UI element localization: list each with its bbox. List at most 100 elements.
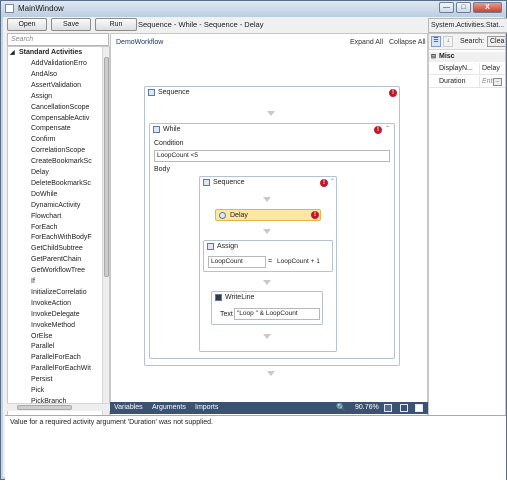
toolbox-item[interactable]: InvokeDelegate [31,310,103,320]
run-button[interactable]: Run [95,18,137,31]
property-value-input[interactable]: Delay [479,63,505,75]
delay-activity[interactable]: Delay ! [215,209,321,221]
minimize-button[interactable]: — [439,2,454,13]
toolbox-category[interactable]: ◢ Standard Activities [10,48,82,58]
toolbox-item-label: GetWorkflowTree [31,267,86,275]
toolbox-item[interactable]: AddValidationErro [31,59,103,69]
toolbox-item-label: DynamicActivity [31,201,81,209]
while-activity[interactable]: While ! ⌃ Condition LoopCount <5 Body Se… [149,123,395,359]
zoom-icon[interactable]: 🔍 [336,402,346,414]
designer-canvas[interactable]: Sequence ! While ! ⌃ Condition LoopCount… [111,52,427,402]
toolbox-item[interactable]: CreateBookmarkSc [31,157,103,167]
imports-tab[interactable]: Imports [195,402,218,414]
toolbox-item[interactable]: AndAlso [31,70,103,80]
toolbox-horizontal-scrollbar[interactable] [7,403,110,411]
toolbox-item[interactable]: AssertValidation [31,81,103,91]
toolbox-item[interactable]: GetParentChain [31,255,103,265]
writeline-activity[interactable]: WriteLine Text "Loop " & LoopCount [211,291,323,325]
collapse-icon[interactable]: ⊟ [431,52,436,62]
scrollbar-thumb[interactable] [17,405,72,410]
condition-label: Condition [154,140,184,147]
error-icon: ! [374,126,382,134]
close-button[interactable]: X [473,2,502,13]
drop-target-arrow-icon[interactable] [267,371,275,376]
toolbox-item[interactable]: Confirm [31,135,103,145]
toolbox-search-input[interactable]: Search [7,33,109,46]
toolbox-item-label: Compensate [31,125,71,133]
toolbox-item[interactable]: ForEach [31,223,103,233]
expression-editor-button[interactable]: ... [493,78,502,86]
collapse-all-link[interactable]: Collapse All [389,39,426,46]
clock-icon [219,212,226,219]
toolbox-item[interactable]: ForEachWithBodyF [31,233,103,243]
categorized-view-icon[interactable]: ☰ [431,36,441,47]
toolbox-item[interactable]: Compensate [31,124,103,134]
toolbox-item[interactable]: Assign [31,92,103,102]
toolbox-item[interactable]: Delay [31,168,103,178]
clear-search-button[interactable]: Clea [487,36,505,47]
zoom-select-icon[interactable] [384,404,392,412]
toolbox-item[interactable]: InvokeMethod [31,321,103,331]
workflow-name[interactable]: DemoWorkflow [116,39,163,46]
toolbox-item[interactable]: InitializeCorrelatio [31,288,103,298]
condition-input[interactable]: LoopCount <5 [154,150,390,162]
toolbox-item[interactable]: InvokeAction [31,299,103,309]
toolbox-item[interactable]: CancellationScope [31,103,103,113]
toolbox-item[interactable]: DeleteBookmarkSc [31,179,103,189]
breadcrumb[interactable]: Sequence - While - Sequence - Delay [138,20,263,29]
scrollbar-thumb[interactable] [104,57,109,277]
inner-sequence-activity[interactable]: Sequence ! ⌃ Delay ! Assign LoopCount = … [199,176,337,352]
toolbox-item[interactable]: CompensableActiv [31,114,103,124]
toolbox-item[interactable]: GetWorkflowTree [31,266,103,276]
collapse-chevron-icon[interactable]: ⌃ [329,179,336,186]
workflow-designer: Sequence - While - Sequence - Delay Demo… [110,20,428,419]
toolbox-vertical-scrollbar[interactable] [102,47,109,418]
expand-triangle-icon[interactable]: ◢ [10,48,15,58]
toolbox-item[interactable]: CorrelationScope [31,146,103,156]
property-row[interactable]: DisplayN... Delay [429,63,505,75]
toolbox-item[interactable]: GetChildSubtree [31,244,103,254]
text-input[interactable]: "Loop " & LoopCount [234,308,320,320]
toolbox-item-label: ForEach [31,223,58,231]
arguments-tab[interactable]: Arguments [152,402,186,414]
toolbox-item[interactable]: Parallel [31,342,103,352]
save-button[interactable]: Save [51,18,91,31]
overview-map-icon[interactable] [415,404,423,412]
zoom-level[interactable]: 90.76% [355,402,379,414]
toolbox-item[interactable]: OrElse [31,332,103,342]
assign-activity[interactable]: Assign LoopCount = LoopCount + 1 [203,240,333,272]
fit-to-screen-icon[interactable] [400,404,408,412]
alphabetical-view-icon[interactable]: ↓ [443,36,453,47]
toolbox-item[interactable]: ParallelForEach [31,353,103,363]
collapse-chevron-icon[interactable]: ⌃ [384,126,391,133]
assign-value-input[interactable]: LoopCount + 1 [274,256,330,268]
drop-target-arrow-icon[interactable] [263,197,271,202]
assign-icon [207,243,214,250]
toolbox-item[interactable]: ParallelForEachWit [31,364,103,374]
maximize-button[interactable]: □ [456,2,471,13]
drop-target-arrow-icon[interactable] [263,334,271,339]
outer-sequence-activity[interactable]: Sequence ! While ! ⌃ Condition LoopCount… [144,86,400,376]
text-label: Text [220,311,233,318]
drop-target-arrow-icon[interactable] [267,111,275,116]
open-button[interactable]: Open [7,18,47,31]
toolbox-item[interactable]: If [31,277,103,287]
variables-tab[interactable]: Variables [114,402,143,414]
drop-target-arrow-icon[interactable] [263,280,271,285]
drop-target-arrow-icon[interactable] [263,229,271,234]
toolbox-item[interactable]: DynamicActivity [31,201,103,211]
property-row[interactable]: Duration Ent ... [429,76,505,88]
property-category[interactable]: ⊟ Misc [429,52,505,62]
error-message[interactable]: Value for a required activity argument '… [10,419,213,426]
toolbox-item[interactable]: Pick [31,386,103,396]
expand-all-link[interactable]: Expand All [350,39,383,46]
property-name: Duration [439,78,466,85]
assign-equals: = [268,258,273,265]
toolbox-item[interactable]: Persist [31,375,103,385]
toolbox-item[interactable]: Flowchart [31,212,103,222]
error-icon: ! [311,211,319,219]
toolbox-item[interactable]: DoWhile [31,190,103,200]
assign-to-input[interactable]: LoopCount [208,256,266,268]
title-bar[interactable]: MainWindow — □ X [1,1,506,17]
inner-sequence-header: Sequence [200,177,245,188]
